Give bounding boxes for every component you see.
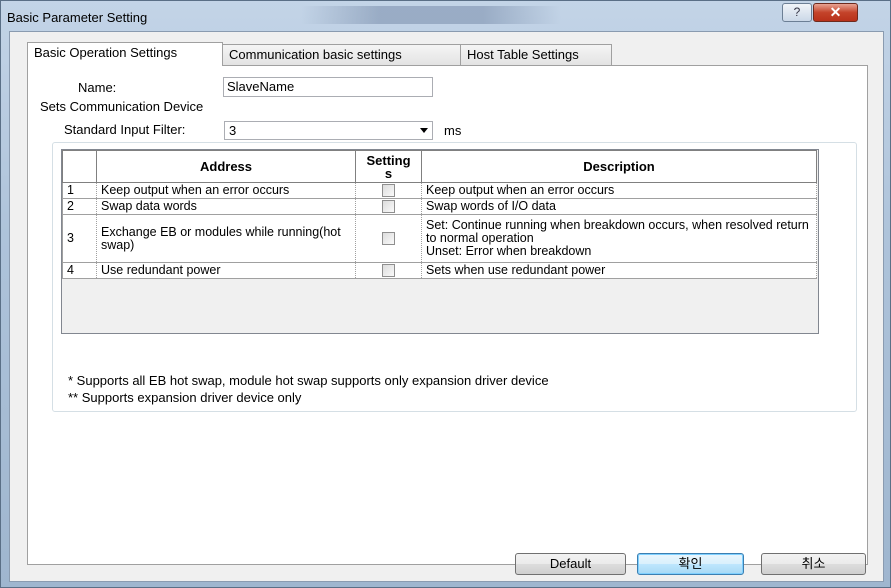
tab-host-table-settings[interactable]: Host Table Settings — [460, 44, 612, 65]
row-address: Exchange EB or modules while running(hot… — [96, 214, 356, 263]
row-description: Swap words of I/O data — [421, 198, 817, 215]
footnote-expansion: ** Supports expansion driver device only — [68, 390, 302, 405]
row-description: Set: Continue running when breakdown occ… — [421, 214, 817, 263]
help-button[interactable]: ? — [782, 3, 812, 22]
setting-checkbox[interactable] — [382, 184, 395, 198]
setting-checkbox[interactable] — [382, 264, 395, 278]
row-address: Use redundant power — [96, 262, 356, 279]
row-address: Keep output when an error occurs — [96, 182, 356, 199]
settings-table: Address Setting s Description 1 Keep outp… — [62, 150, 817, 279]
close-button[interactable]: ✕ — [813, 3, 858, 22]
row-setting-cell — [355, 182, 422, 199]
row-number: 3 — [62, 214, 97, 263]
row-number: 2 — [62, 198, 97, 215]
header-settings[interactable]: Setting s — [355, 150, 422, 183]
header-address[interactable]: Address — [96, 150, 356, 183]
row-number: 1 — [62, 182, 97, 199]
name-label: Name: — [78, 80, 117, 95]
row-setting-cell — [355, 198, 422, 215]
filter-unit: ms — [444, 123, 462, 138]
setting-checkbox[interactable] — [382, 232, 395, 246]
filter-label: Standard Input Filter: — [64, 122, 186, 137]
row-setting-cell — [355, 262, 422, 279]
filter-value: 3 — [229, 123, 237, 138]
standard-input-filter-select[interactable]: 3 — [224, 121, 433, 140]
row-description: Sets when use redundant power — [421, 262, 817, 279]
default-button[interactable]: Default — [515, 553, 626, 575]
settings-grid: Address Setting s Description 1 Keep outp… — [61, 149, 819, 334]
row-address: Swap data words — [96, 198, 356, 215]
row-description: Keep output when an error occurs — [421, 182, 817, 199]
row-number: 4 — [62, 262, 97, 279]
table-row: 4 Use redundant power Sets when use redu… — [62, 262, 817, 279]
window-title: Basic Parameter Setting — [7, 10, 148, 25]
header-number — [62, 150, 97, 183]
footnote-hot-swap: * Supports all EB hot swap, module hot s… — [68, 373, 549, 388]
title-bar-glass — [301, 6, 561, 24]
table-row: 2 Swap data words Swap words of I/O data — [62, 198, 817, 215]
ok-button[interactable]: 확인 — [637, 553, 744, 575]
dialog-window: Basic Parameter Setting ? ✕ Basic Operat… — [0, 0, 891, 588]
cancel-button[interactable]: 취소 — [761, 553, 866, 575]
table-row: 3 Exchange EB or modules while running(h… — [62, 214, 817, 263]
tab-communication-basic-settings[interactable]: Communication basic settings — [222, 44, 461, 65]
setting-checkbox[interactable] — [382, 200, 395, 214]
group-title: Sets Communication Device — [38, 99, 206, 114]
header-description[interactable]: Description — [421, 150, 817, 183]
title-bar[interactable]: Basic Parameter Setting ? ✕ — [1, 1, 890, 31]
table-header-row: Address Setting s Description — [62, 150, 817, 183]
name-input[interactable]: SlaveName — [223, 77, 433, 97]
row-setting-cell — [355, 214, 422, 263]
table-row: 1 Keep output when an error occurs Keep … — [62, 182, 817, 199]
tab-basic-operation-settings[interactable]: Basic Operation Settings — [27, 42, 223, 66]
chevron-down-icon[interactable] — [420, 128, 428, 133]
dialog-client-area: Basic Operation Settings Communication b… — [9, 31, 884, 582]
tab-panel: Name: SlaveName Sets Communication Devic… — [27, 65, 868, 565]
